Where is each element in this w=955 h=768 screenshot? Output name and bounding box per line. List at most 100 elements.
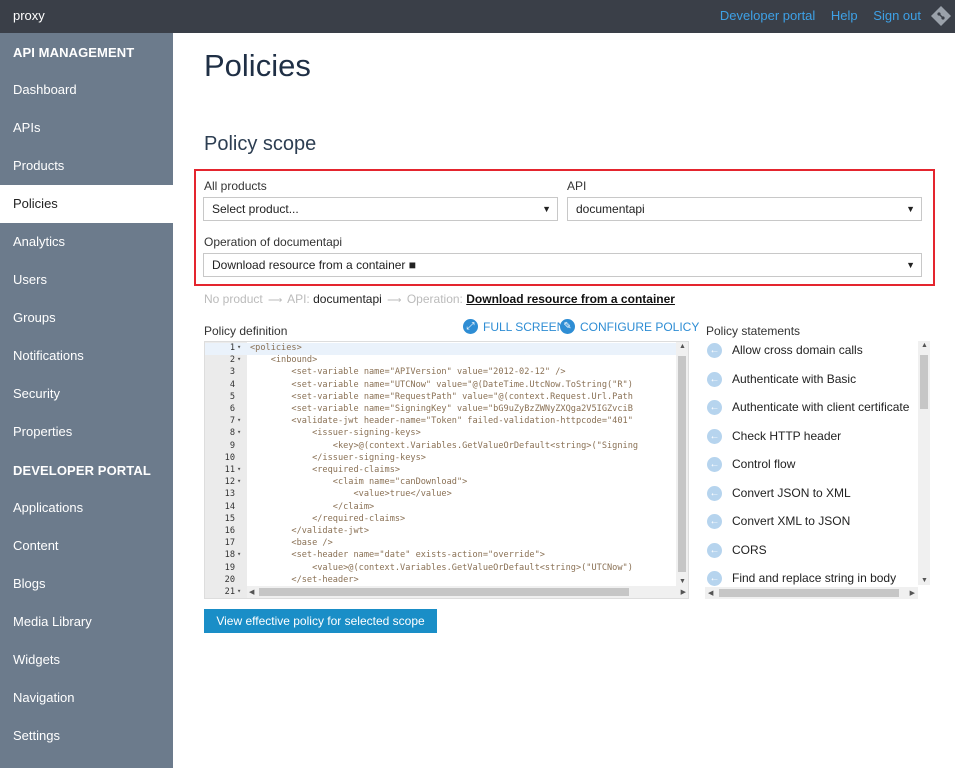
nav-item-applications[interactable]: Applications xyxy=(0,489,173,527)
code-text: <set-variable name="SigningKey" value="b… xyxy=(250,404,633,414)
scrollbar-thumb[interactable] xyxy=(259,588,629,596)
nav-item-dashboard[interactable]: Dashboard xyxy=(0,71,173,109)
product-select-value: Select product... xyxy=(212,202,299,216)
scrollbar-thumb[interactable] xyxy=(920,355,928,409)
statement-find-and-replace-string-in-body[interactable]: ← Find and replace string in body xyxy=(707,568,896,588)
nav-item-media-library[interactable]: Media Library xyxy=(0,603,173,641)
line-number: 19 xyxy=(224,562,235,573)
statement-cors[interactable]: ← CORS xyxy=(707,540,767,560)
statement-convert-xml-to-json[interactable]: ← Convert XML to JSON xyxy=(707,511,850,531)
line-number: 5 xyxy=(229,391,235,402)
statement-label: Authenticate with Basic xyxy=(732,372,857,386)
fold-toggle-icon[interactable]: ▾ xyxy=(237,477,241,485)
nav-item-blogs[interactable]: Blogs xyxy=(0,565,173,603)
line-number: 16 xyxy=(224,526,235,536)
scroll-left-icon[interactable]: ◀ xyxy=(249,588,254,596)
scroll-up-icon[interactable]: ▲ xyxy=(679,343,686,350)
line-number: 13 xyxy=(224,489,235,500)
nav-item-groups[interactable]: Groups xyxy=(0,299,173,337)
statement-convert-json-to-xml[interactable]: ← Convert JSON to XML xyxy=(707,483,851,503)
fold-toggle-icon[interactable]: ▾ xyxy=(237,587,241,595)
policy-definition-label: Policy definition xyxy=(204,324,288,338)
statement-label: Find and replace string in body xyxy=(732,571,897,585)
arrow-left-icon: ← xyxy=(707,342,722,358)
sidebar: API MANAGEMENT Dashboard APIs Products P… xyxy=(0,33,173,768)
scrollbar-thumb[interactable] xyxy=(678,356,686,572)
fold-toggle-icon[interactable]: ▾ xyxy=(237,355,241,363)
editor-vertical-scrollbar[interactable]: ▲ ▼ xyxy=(676,342,688,586)
statement-authenticate-with-basic[interactable]: ← Authenticate with Basic xyxy=(707,369,856,389)
scroll-right-icon[interactable]: ▶ xyxy=(910,589,915,597)
line-number: 4 xyxy=(229,379,235,390)
statements-vertical-scrollbar[interactable]: ▲ ▼ xyxy=(918,341,930,585)
arrow-right-icon: ⟶ xyxy=(387,295,402,306)
nav-item-users[interactable]: Users xyxy=(0,261,173,299)
nav-item-navigation[interactable]: Navigation xyxy=(0,679,173,717)
statement-authenticate-with-client-certificate[interactable]: ← Authenticate with client certificate xyxy=(707,397,909,417)
breadcrumb-operation-link[interactable]: Download resource from a container xyxy=(466,292,675,306)
scrollbar-thumb[interactable] xyxy=(719,589,899,597)
code-text: <validate-jwt header-name="Token" failed… xyxy=(250,416,633,427)
code-line[interactable]: 1 ▾ <policies> xyxy=(205,343,688,356)
statement-label: CORS xyxy=(732,543,767,557)
line-number: 6 xyxy=(229,404,235,414)
nav-header-developer-portal: DEVELOPER PORTAL xyxy=(13,463,151,478)
code-text: </required-claims> xyxy=(250,513,406,524)
editor-horizontal-scrollbar[interactable]: ◀ ▶ xyxy=(247,586,688,598)
arrow-left-icon: ← xyxy=(707,570,722,586)
arrow-left-icon: ← xyxy=(707,513,722,529)
policy-scope-box: All products Select product... ▼ API doc… xyxy=(194,169,935,286)
chevron-down-icon: ▼ xyxy=(542,204,551,214)
line-number: 15 xyxy=(224,513,235,524)
nav-item-widgets[interactable]: Widgets xyxy=(0,641,173,679)
scroll-down-icon[interactable]: ▼ xyxy=(921,577,928,584)
scroll-up-icon[interactable]: ▲ xyxy=(921,342,928,349)
code-text: <key>@(context.Variables.GetValueOrDefau… xyxy=(250,440,639,451)
nav-item-apis[interactable]: APIs xyxy=(0,109,173,147)
nav-item-notifications[interactable]: Notifications xyxy=(0,337,173,375)
product-select[interactable]: Select product... ▼ xyxy=(203,197,558,221)
line-number: 14 xyxy=(224,501,235,512)
nav-item-settings[interactable]: Settings xyxy=(0,717,173,755)
help-link[interactable]: Help xyxy=(831,8,858,23)
nav-item-content[interactable]: Content xyxy=(0,527,173,565)
sign-out-link[interactable]: Sign out xyxy=(873,8,921,23)
line-number: 21 xyxy=(224,587,235,597)
line-number: 9 xyxy=(229,440,235,451)
api-select[interactable]: documentapi ▼ xyxy=(567,197,922,221)
fold-toggle-icon[interactable]: ▾ xyxy=(237,550,241,558)
line-number: 18 xyxy=(224,550,235,561)
scroll-down-icon[interactable]: ▼ xyxy=(679,578,686,585)
code-text: </validate-jwt> xyxy=(250,526,369,536)
configure-policy-button[interactable]: ✎ CONFIGURE POLICY xyxy=(560,319,699,334)
git-icon[interactable] xyxy=(931,6,951,26)
scroll-right-icon[interactable]: ▶ xyxy=(681,588,686,596)
arrow-left-icon: ← xyxy=(707,399,722,415)
statements-horizontal-scrollbar[interactable]: ◀ ▶ xyxy=(705,587,918,599)
policy-statements-label: Policy statements xyxy=(706,324,801,338)
fold-toggle-icon[interactable]: ▾ xyxy=(237,465,241,473)
nav-item-products[interactable]: Products xyxy=(0,147,173,185)
statement-check-http-header[interactable]: ← Check HTTP header xyxy=(707,426,841,446)
statement-control-flow[interactable]: ← Control flow xyxy=(707,454,795,474)
policy-statements-list: ← Allow cross domain calls ← Authenticate … xyxy=(705,341,930,599)
operation-select[interactable]: Download resource from a container ■ ▼ xyxy=(203,253,922,277)
full-screen-button[interactable]: ⤢ FULL SCREEN xyxy=(463,319,565,334)
code-text: </issuer-signing-keys> xyxy=(250,452,426,463)
scroll-left-icon[interactable]: ◀ xyxy=(708,589,713,597)
nav-item-properties[interactable]: Properties xyxy=(0,413,173,451)
fold-toggle-icon[interactable]: ▾ xyxy=(237,428,241,436)
arrow-left-icon: ← xyxy=(707,456,722,472)
arrow-left-icon: ← xyxy=(707,428,722,444)
statement-allow-cross-domain-calls[interactable]: ← Allow cross domain calls xyxy=(707,341,863,360)
developer-portal-link[interactable]: Developer portal xyxy=(720,8,815,23)
api-select-value: documentapi xyxy=(576,202,645,216)
nav-item-analytics[interactable]: Analytics xyxy=(0,223,173,261)
fold-toggle-icon[interactable]: ▾ xyxy=(237,416,241,424)
fold-toggle-icon[interactable]: ▾ xyxy=(237,343,241,351)
nav-item-policies[interactable]: Policies xyxy=(0,185,173,223)
view-effective-policy-button[interactable]: View effective policy for selected scope xyxy=(204,609,437,633)
line-number: 7 xyxy=(229,416,235,427)
policy-code-editor[interactable]: 1 ▾ <policies> 2 ▾ <inbound> 3 <set-variable … xyxy=(204,341,689,599)
nav-item-security[interactable]: Security xyxy=(0,375,173,413)
